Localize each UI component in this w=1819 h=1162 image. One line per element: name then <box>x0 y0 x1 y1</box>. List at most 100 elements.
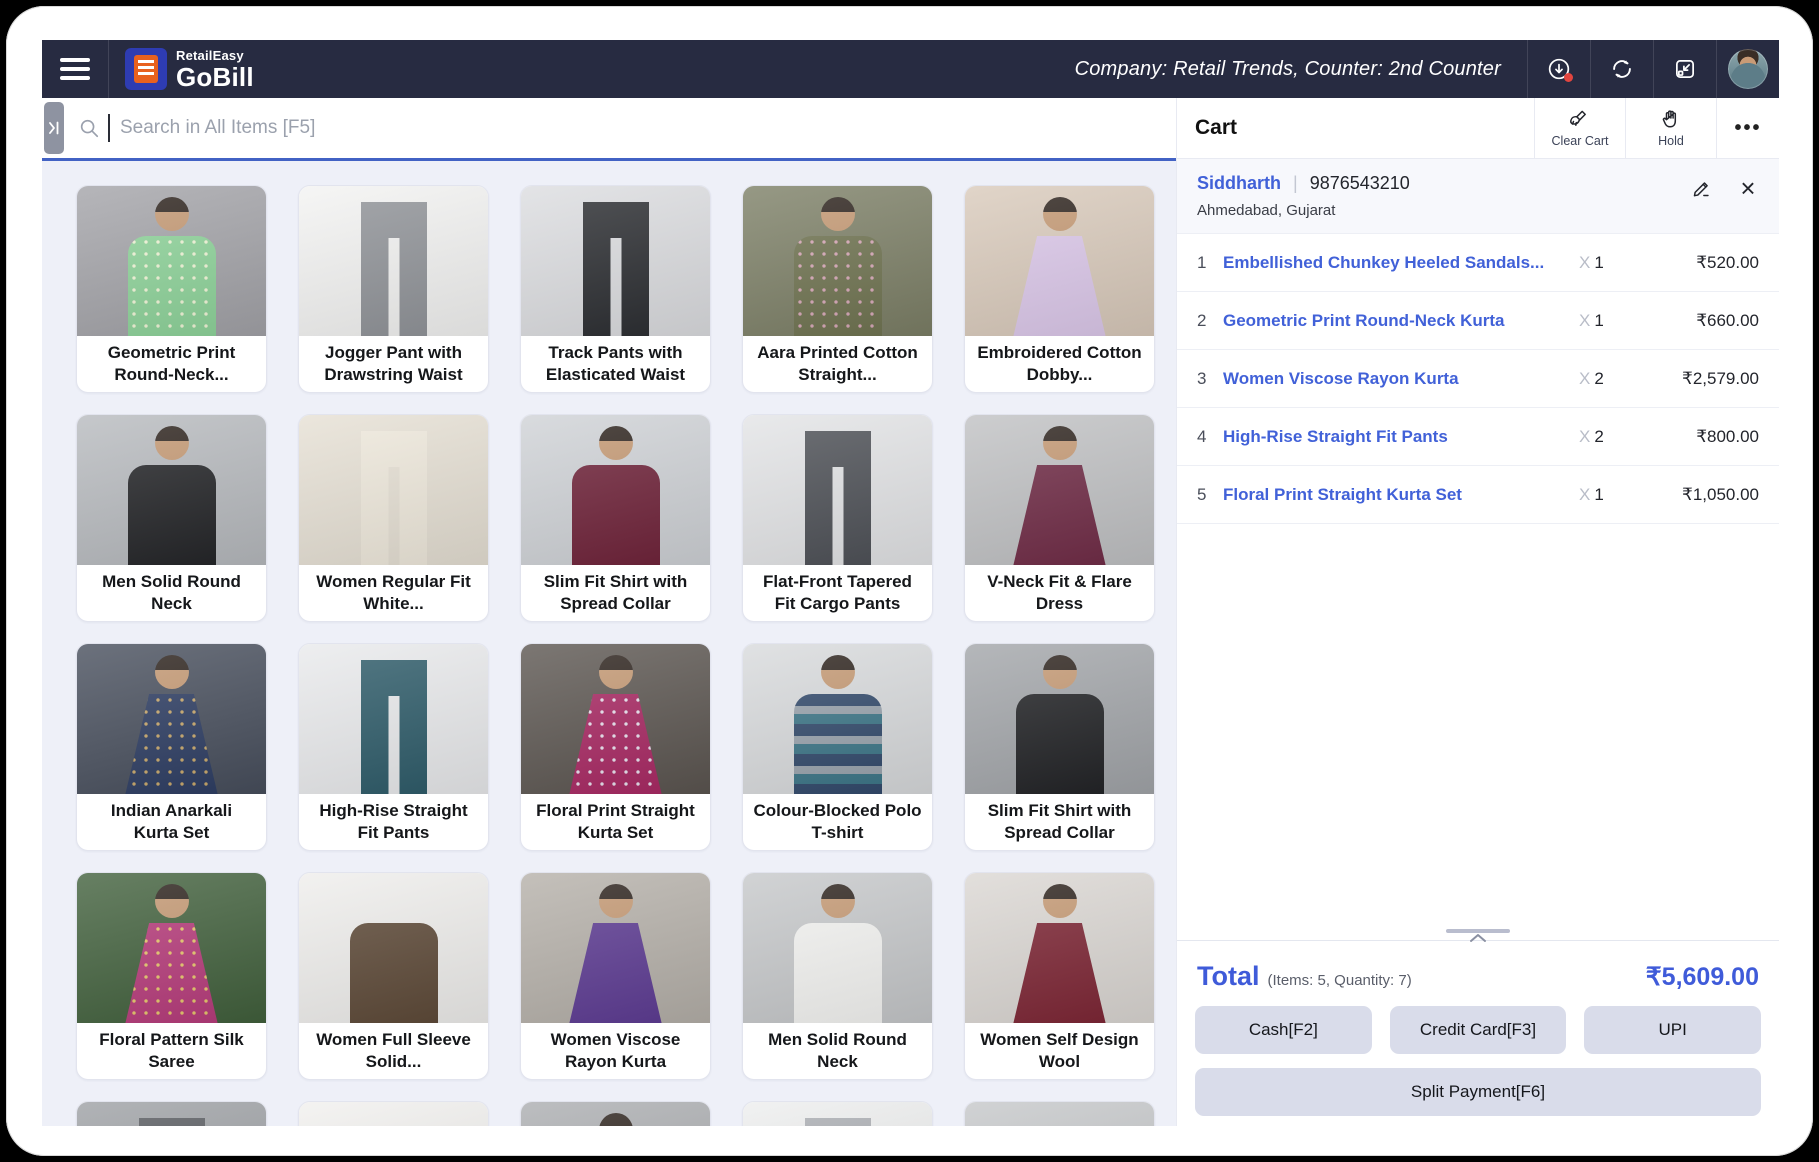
product-card[interactable]: Slim Fit Shirt with Spread Collar <box>520 414 711 622</box>
product-card[interactable]: Aara Printed Cotton Straight... <box>742 185 933 393</box>
total-summary: (Items: 5, Quantity: 7) <box>1268 972 1646 989</box>
edit-customer-icon[interactable] <box>1689 175 1715 201</box>
cart-item-quantity: X2 <box>1579 427 1643 447</box>
pay-button-cash[interactable]: Cash[F2] <box>1195 1006 1372 1054</box>
cart-item-name[interactable]: Women Viscose Rayon Kurta <box>1223 369 1579 389</box>
product-image <box>299 644 488 794</box>
product-card[interactable]: Geometric Print Round-Neck... <box>76 185 267 393</box>
product-card[interactable]: Floral Print Straight Kurta Set <box>520 643 711 851</box>
cart-item-quantity: X1 <box>1579 253 1643 273</box>
product-card[interactable]: Men Solid Round Neck <box>76 414 267 622</box>
cart-item-price: ₹1,050.00 <box>1643 485 1759 505</box>
sync-icon[interactable] <box>1590 40 1653 98</box>
product-image <box>299 186 488 336</box>
collapse-cart-handle[interactable] <box>1433 929 1523 953</box>
product-card[interactable] <box>298 1101 489 1126</box>
download-update-icon[interactable] <box>1527 40 1590 98</box>
garment-shape <box>361 202 427 336</box>
split-payment-button[interactable]: Split Payment[F6] <box>1195 1068 1761 1116</box>
cart-item-name[interactable]: Geometric Print Round-Neck Kurta <box>1223 311 1579 331</box>
product-image <box>965 873 1154 1023</box>
product-name: Slim Fit Shirt with Spread Collar <box>965 794 1154 851</box>
cart-items-list: 1 Embellished Chunkey Heeled Sandals... … <box>1177 234 1779 524</box>
product-name: Geometric Print Round-Neck... <box>77 336 266 393</box>
product-image <box>965 644 1154 794</box>
garment-shape <box>1004 465 1116 565</box>
cart-item-quantity: X1 <box>1579 485 1643 505</box>
product-card[interactable] <box>742 1101 933 1126</box>
product-card[interactable]: Flat-Front Tapered Fit Cargo Pants <box>742 414 933 622</box>
product-card[interactable]: Women Viscose Rayon Kurta <box>520 872 711 1080</box>
product-name: Flat-Front Tapered Fit Cargo Pants <box>743 565 932 622</box>
product-card[interactable]: Jogger Pant with Drawstring Waist <box>298 185 489 393</box>
cart-item-row: 3 Women Viscose Rayon Kurta X2 ₹2,579.00 <box>1177 350 1779 408</box>
more-options-icon[interactable]: ••• <box>1716 98 1779 158</box>
product-image <box>521 1102 710 1126</box>
cart-item-quantity: X1 <box>1579 311 1643 331</box>
user-avatar[interactable] <box>1716 40 1779 98</box>
hold-button[interactable]: Hold <box>1625 98 1716 158</box>
cart-item-name[interactable]: Embellished Chunkey Heeled Sandals... <box>1223 253 1579 273</box>
model-head <box>821 655 855 689</box>
total-value: ₹5,609.00 <box>1646 962 1759 992</box>
product-card[interactable] <box>964 1101 1155 1126</box>
product-card[interactable]: Floral Pattern Silk Saree <box>76 872 267 1080</box>
product-image <box>521 186 710 336</box>
garment-shape <box>350 923 438 1023</box>
search-input[interactable] <box>118 116 1176 140</box>
remove-customer-icon[interactable]: × <box>1735 175 1761 201</box>
product-card[interactable]: Men Solid Round Neck <box>742 872 933 1080</box>
customer-separator: | <box>1293 173 1298 194</box>
garment-shape <box>128 236 216 336</box>
pay-button-credit-card[interactable]: Credit Card[F3] <box>1390 1006 1567 1054</box>
product-card[interactable]: Women Self Design Wool <box>964 872 1155 1080</box>
product-image <box>743 415 932 565</box>
model-head <box>821 884 855 918</box>
product-card[interactable]: Embroidered Cotton Dobby... <box>964 185 1155 393</box>
product-card[interactable]: Slim Fit Shirt with Spread Collar <box>964 643 1155 851</box>
garment-shape <box>116 694 228 794</box>
product-image <box>299 1102 488 1126</box>
menu-icon[interactable] <box>42 40 109 98</box>
model-head <box>1043 884 1077 918</box>
product-card[interactable]: Women Regular Fit White... <box>298 414 489 622</box>
product-card[interactable]: Women Full Sleeve Solid... <box>298 872 489 1080</box>
product-image <box>77 873 266 1023</box>
product-card[interactable]: Colour-Blocked Polo T-shirt <box>742 643 933 851</box>
model-head <box>1043 426 1077 460</box>
cart-item-index: 1 <box>1197 253 1223 273</box>
product-name: Track Pants with Elasticated Waist <box>521 336 710 393</box>
cart-item-name[interactable]: Floral Print Straight Kurta Set <box>1223 485 1579 505</box>
product-image <box>965 415 1154 565</box>
cart-item-index: 3 <box>1197 369 1223 389</box>
minimize-window-icon[interactable] <box>1653 40 1716 98</box>
garment-shape <box>1004 236 1116 336</box>
product-card[interactable]: V-Neck Fit & Flare Dress <box>964 414 1155 622</box>
clear-cart-icon <box>1568 108 1592 132</box>
brand-logo-icon <box>125 48 167 90</box>
product-card[interactable] <box>76 1101 267 1126</box>
product-name: Aara Printed Cotton Straight... <box>743 336 932 393</box>
garment-shape <box>805 431 871 565</box>
cart-item-index: 5 <box>1197 485 1223 505</box>
product-card[interactable]: Track Pants with Elasticated Waist <box>520 185 711 393</box>
cart-item-name[interactable]: High-Rise Straight Fit Pants <box>1223 427 1579 447</box>
customer-name[interactable]: Siddharth <box>1197 173 1281 194</box>
model-head <box>155 197 189 231</box>
cart-item-row: 4 High-Rise Straight Fit Pants X2 ₹800.0… <box>1177 408 1779 466</box>
hold-hand-icon <box>1659 108 1683 132</box>
garment-shape <box>583 202 649 336</box>
collapse-panel-toggle[interactable] <box>44 102 64 154</box>
product-card[interactable] <box>520 1101 711 1126</box>
product-card[interactable]: High-Rise Straight Fit Pants <box>298 643 489 851</box>
product-card[interactable]: Indian Anarkali Kurta Set <box>76 643 267 851</box>
product-name: Floral Print Straight Kurta Set <box>521 794 710 851</box>
app-window: RetailEasy GoBill Company: Retail Trends… <box>6 6 1813 1156</box>
model-head <box>155 884 189 918</box>
header-actions <box>1527 40 1779 98</box>
clear-cart-button[interactable]: Clear Cart <box>1534 98 1625 158</box>
product-image <box>521 873 710 1023</box>
top-header-bar: RetailEasy GoBill Company: Retail Trends… <box>42 40 1779 98</box>
pay-button-upi[interactable]: UPI <box>1584 1006 1761 1054</box>
product-grid: Geometric Print Round-Neck... Jogger Pan… <box>76 185 1176 1126</box>
